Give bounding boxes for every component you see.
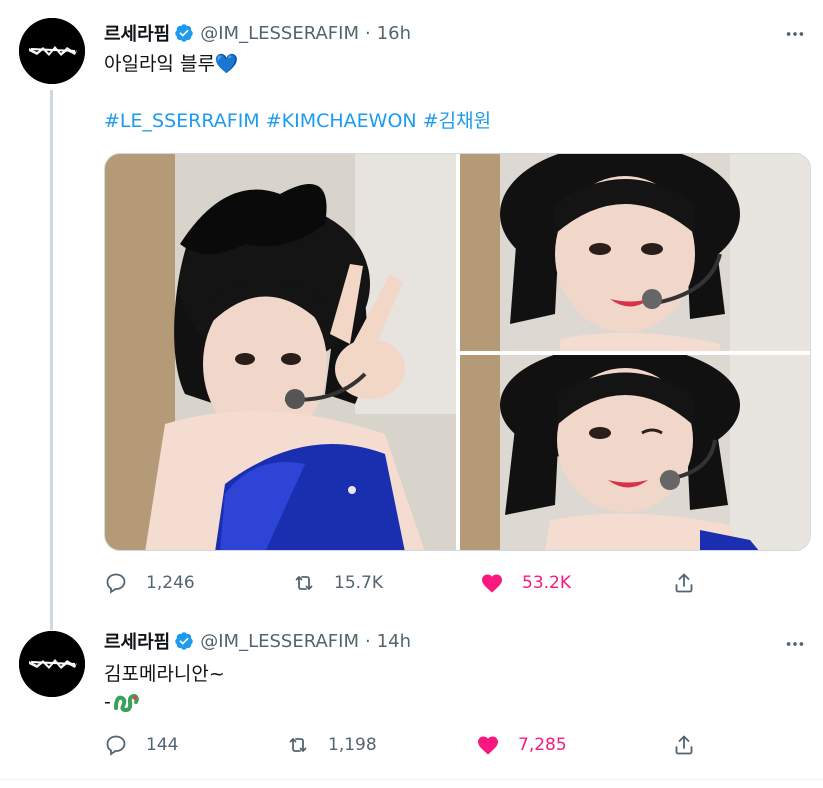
tweet-text-line: 아일라잌 블루 [104, 53, 215, 75]
tweet[interactable]: 르세라핌 @IM_LESSERAFIM · 14h 김포메라니안~ - 144 … [0, 612, 823, 780]
avatar[interactable] [19, 631, 85, 697]
blue-heart-emoji: 💙 [214, 53, 239, 75]
reply-count: 1,246 [146, 573, 195, 593]
tweet-header: 르세라핌 @IM_LESSERAFIM · 14h [104, 627, 411, 655]
reply-icon [106, 735, 126, 756]
retweet-button[interactable]: 15.7K [292, 568, 383, 598]
user-handle[interactable]: @IM_LESSERAFIM [200, 631, 359, 652]
media-grid [104, 153, 811, 551]
avatar[interactable] [19, 18, 85, 84]
tweet-header: 르세라핌 @IM_LESSERAFIM · 16h [104, 19, 411, 47]
like-heart-icon [478, 736, 498, 755]
retweet-button[interactable]: 1,198 [286, 730, 377, 760]
tweet-text: 아일라잌 블루💙 [104, 50, 239, 78]
retweet-count: 15.7K [334, 573, 383, 593]
tweet[interactable]: 르세라핌 @IM_LESSERAFIM · 16h 아일라잌 블루💙 #LE_S… [0, 0, 823, 630]
verified-badge-icon [174, 631, 194, 651]
like-button[interactable]: 7,285 [476, 730, 567, 760]
logo-icon [19, 631, 85, 697]
tweet-text-line: 김포메라니안~ [104, 663, 225, 685]
tweet-actions: 1,246 15.7K 53.2K [104, 568, 704, 598]
like-heart-icon [482, 574, 502, 593]
share-button[interactable] [672, 568, 696, 598]
timestamp[interactable]: 16h [377, 23, 411, 44]
separator-dot: · [365, 630, 371, 652]
thread-line [50, 90, 53, 630]
more-options-icon[interactable] [783, 632, 807, 656]
like-count: 53.2K [522, 573, 571, 593]
retweet-icon [289, 738, 307, 752]
hashtag-kimchaewon-korean[interactable]: #김채원 [423, 110, 491, 132]
tweet-photo-3[interactable] [460, 355, 810, 550]
reply-count: 144 [146, 735, 179, 755]
reply-button[interactable]: 1,246 [104, 568, 195, 598]
tweet-actions: 144 1,198 7,285 [104, 730, 704, 760]
separator-dot: · [365, 22, 371, 44]
hashtag-line: #LE_SSERRAFIM #KIMCHAEWON #김채원 [104, 107, 491, 135]
tweet-text-dash: - [104, 691, 111, 713]
tweet-text: 김포메라니안~ [104, 660, 225, 688]
verified-badge-icon [174, 23, 194, 43]
hashtag-kimchaewon[interactable]: #KIMCHAEWON [266, 110, 417, 132]
like-count: 7,285 [518, 735, 567, 755]
tweet-text-line-2: - [104, 688, 139, 716]
reply-icon [106, 573, 126, 594]
hashtag-le-sserafim[interactable]: #LE_SSERRAFIM [104, 110, 260, 132]
display-name[interactable]: 르세라핌 [104, 20, 170, 46]
dog-emoji-icon [113, 693, 139, 713]
share-icon [675, 735, 693, 755]
display-name[interactable]: 르세라핌 [104, 628, 170, 654]
more-options-icon[interactable] [783, 22, 807, 46]
share-button[interactable] [672, 730, 696, 760]
user-handle[interactable]: @IM_LESSERAFIM [200, 23, 359, 44]
tweet-photo-2[interactable] [460, 154, 810, 351]
logo-icon [19, 18, 85, 84]
retweet-count: 1,198 [328, 735, 377, 755]
tweet-photo-1[interactable] [105, 154, 456, 550]
reply-button[interactable]: 144 [104, 730, 178, 760]
timestamp[interactable]: 14h [377, 631, 411, 652]
like-button[interactable]: 53.2K [480, 568, 571, 598]
retweet-icon [295, 576, 313, 590]
share-icon [675, 573, 693, 593]
